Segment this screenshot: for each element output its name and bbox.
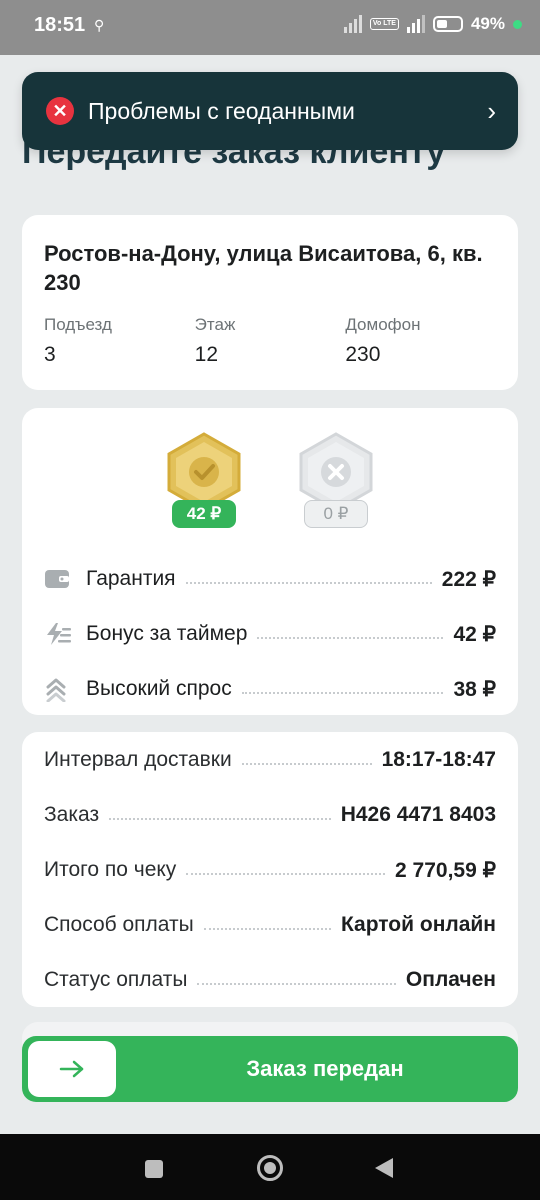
- payment-status-value: Оплачен: [405, 968, 496, 991]
- guarantee-label: Гарантия: [86, 567, 176, 590]
- bonus-card: 42 ₽ 0 ₽ Гарантия 222 ₽ Бонус за таймер …: [22, 408, 518, 715]
- slider-label: Заказ передан: [246, 1056, 404, 1081]
- order-details-card: Интервал доставки 18:17-18:47 Заказ Н426…: [22, 732, 518, 1007]
- volte-icon: Vo LTE: [369, 18, 399, 30]
- toast-message: Проблемы с геоданными: [88, 97, 355, 124]
- intercom-field: Домофон 230: [345, 315, 496, 367]
- error-x-icon: ✕: [46, 97, 74, 125]
- status-bar: 18:51 ⚲ Vo LTE 49%: [0, 0, 540, 55]
- privacy-dot-icon: [513, 19, 522, 29]
- high-demand-row: Высокий спрос 38 ₽: [44, 669, 496, 709]
- location-pin-icon: ⚲: [94, 17, 105, 33]
- address-details: Подъезд 3 Этаж 12 Домофон 230: [44, 315, 496, 367]
- delivery-interval-value: 18:17-18:47: [381, 748, 496, 771]
- receipt-total-row: Итого по чеку 2 770,59 ₽: [44, 848, 496, 892]
- receipt-total-value: 2 770,59 ₽: [395, 858, 496, 882]
- order-number-row: Заказ Н426 4471 8403: [44, 793, 496, 837]
- timer-bonus-value: 42 ₽: [453, 622, 496, 646]
- payment-status-row: Статус оплаты Оплачен: [44, 958, 496, 1002]
- arrow-right-icon: [59, 1060, 84, 1078]
- entrance-label: Подъезд: [44, 315, 112, 334]
- missed-bonus-amount: 0 ₽: [304, 500, 368, 528]
- leader-dots: [197, 983, 396, 985]
- leader-dots: [241, 692, 444, 694]
- earned-bonus-badge: 42 ₽: [165, 432, 243, 532]
- entrance-field: Подъезд 3: [44, 315, 195, 367]
- guarantee-row: Гарантия 222 ₽: [44, 559, 496, 599]
- payment-method-row: Способ оплаты Картой онлайн: [44, 903, 496, 947]
- signal-muted-icon: [343, 15, 362, 33]
- leader-dots: [257, 637, 444, 639]
- floor-field: Этаж 12: [195, 315, 346, 367]
- slider-handle[interactable]: [28, 1041, 116, 1097]
- status-icons: Vo LTE 49%: [343, 14, 522, 34]
- back-button[interactable]: [375, 1158, 393, 1178]
- leader-dots: [185, 582, 432, 584]
- home-dot-icon: [264, 1162, 276, 1174]
- battery-icon: [432, 16, 463, 32]
- high-demand-label: Высокий спрос: [86, 677, 232, 700]
- lightning-timer-icon: [44, 622, 74, 646]
- receipt-total-label: Итого по чеку: [44, 858, 177, 881]
- intercom-value: 230: [345, 343, 381, 366]
- payment-method-value: Картой онлайн: [340, 913, 496, 936]
- chevron-right-icon[interactable]: ›: [487, 96, 496, 127]
- geodata-error-toast[interactable]: ✕ Проблемы с геоданными ›: [22, 72, 518, 150]
- order-number-value[interactable]: Н426 4471 8403: [341, 803, 496, 827]
- order-handed-over-slider[interactable]: Заказ передан: [22, 1036, 518, 1102]
- intercom-label: Домофон: [345, 315, 421, 334]
- timer-bonus-label: Бонус за таймер: [86, 622, 248, 645]
- delivery-interval-row: Интервал доставки 18:17-18:47: [44, 738, 496, 782]
- payment-status-label: Статус оплаты: [44, 968, 188, 991]
- recents-button[interactable]: [145, 1160, 163, 1178]
- leader-dots: [241, 763, 372, 765]
- entrance-value: 3: [44, 343, 56, 366]
- guarantee-value: 222 ₽: [441, 567, 496, 591]
- home-button[interactable]: [257, 1155, 283, 1181]
- timer-bonus-row: Бонус за таймер 42 ₽: [44, 614, 496, 654]
- address-line: Ростов-на-Дону, улица Висаитова, 6, кв. …: [44, 241, 483, 295]
- status-time: 18:51: [34, 14, 86, 36]
- signal-icon: [406, 15, 425, 33]
- floor-label: Этаж: [194, 315, 236, 334]
- battery-percent: 49%: [470, 14, 505, 33]
- high-demand-value: 38 ₽: [453, 677, 496, 701]
- bonus-badges: 42 ₽ 0 ₽: [22, 432, 518, 542]
- order-number-label: Заказ: [44, 803, 100, 826]
- system-navigation-bar: [0, 1134, 540, 1200]
- leader-dots: [186, 873, 386, 875]
- wallet-icon: [44, 568, 74, 590]
- double-chevron-up-icon: [44, 676, 74, 702]
- leader-dots: [109, 818, 331, 820]
- delivery-interval-label: Интервал доставки: [44, 748, 232, 771]
- floor-value: 12: [194, 343, 219, 366]
- earned-bonus-amount: 42 ₽: [172, 500, 236, 528]
- payment-method-label: Способ оплаты: [44, 913, 194, 936]
- missed-bonus-badge: 0 ₽: [297, 432, 375, 532]
- address-card: Ростов-на-Дону, улица Висаитова, 6, кв. …: [22, 215, 518, 390]
- leader-dots: [203, 928, 331, 930]
